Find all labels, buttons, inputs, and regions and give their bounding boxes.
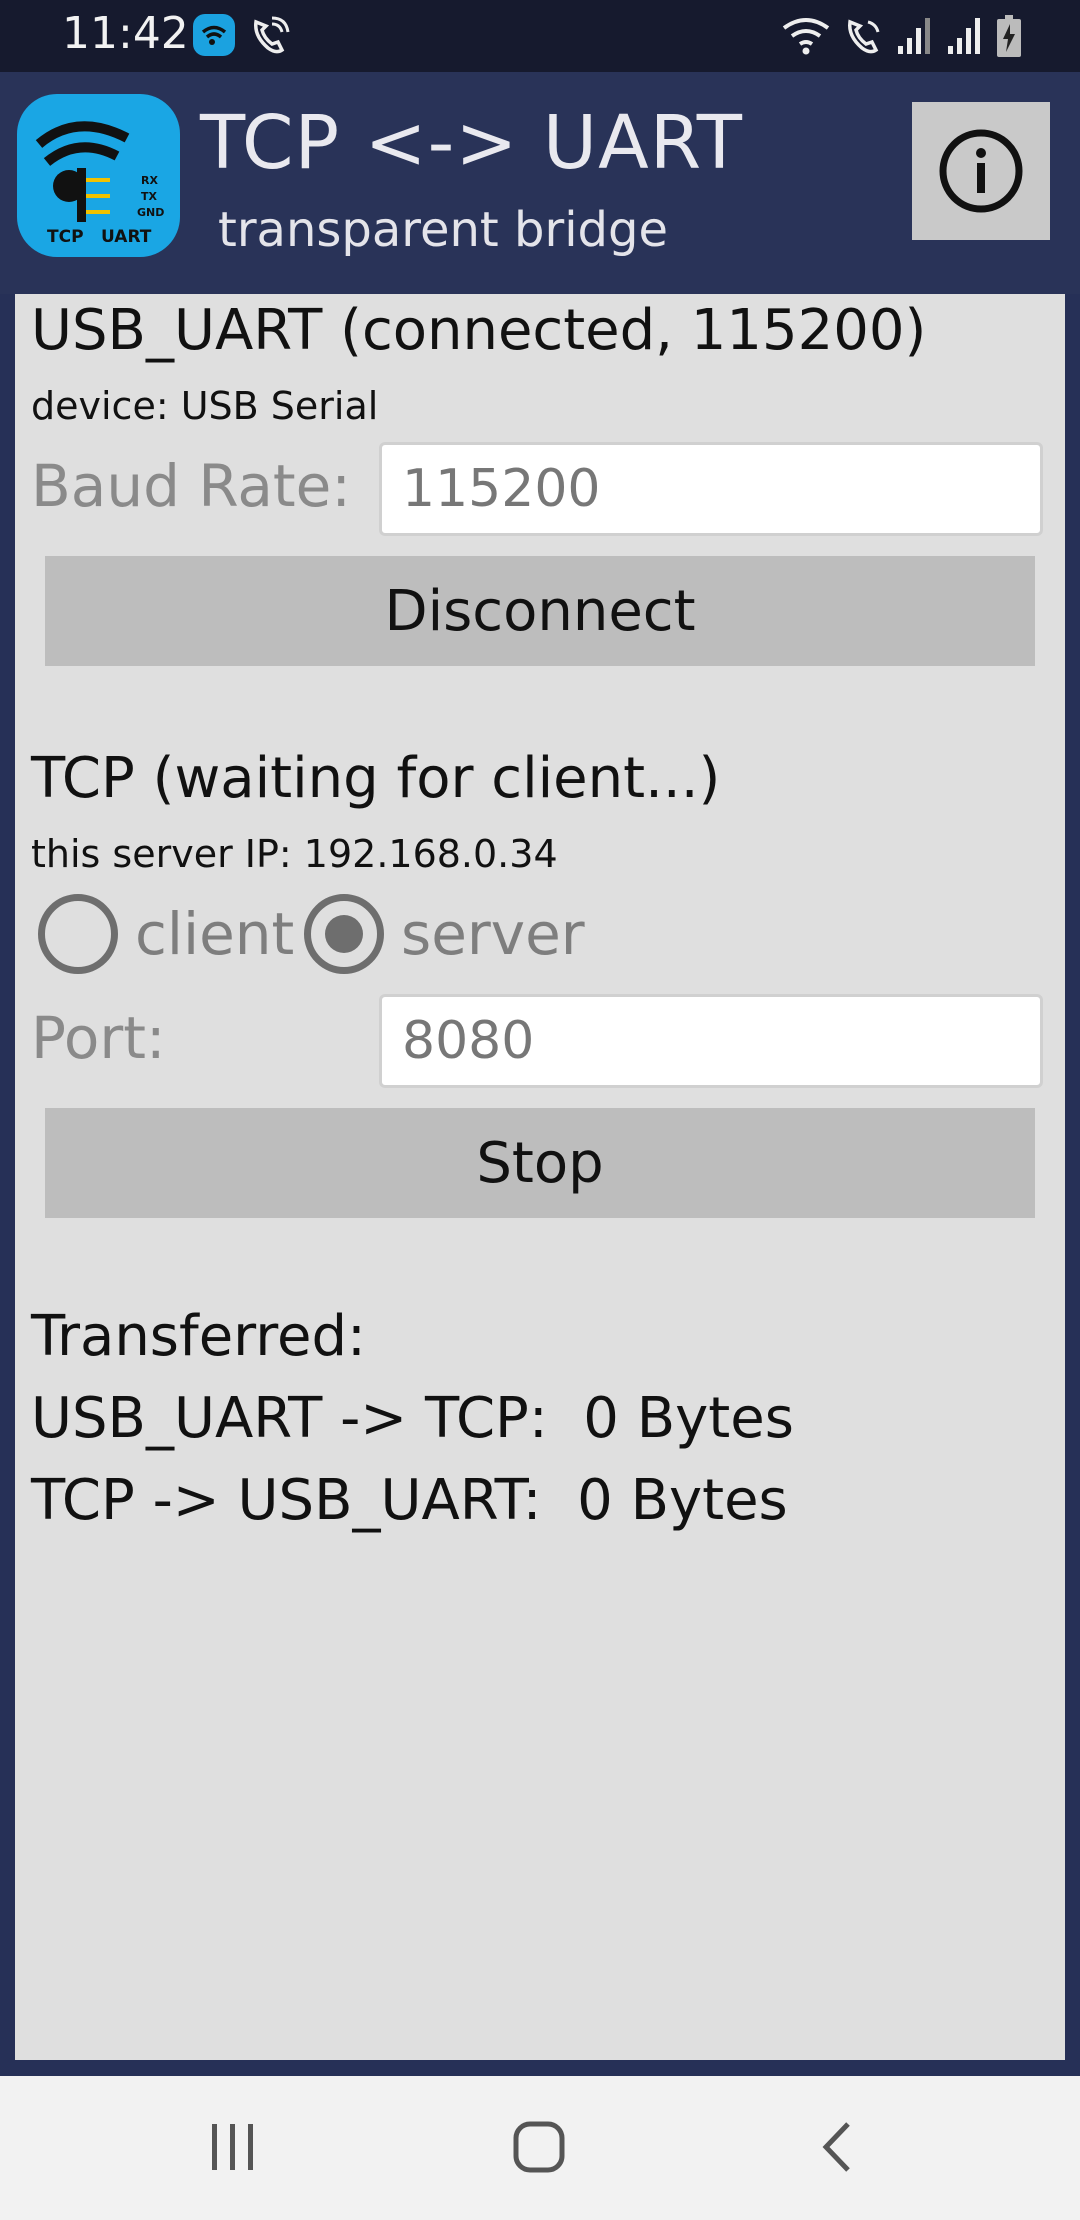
logo-label-tx: TX: [141, 190, 158, 203]
client-radio[interactable]: [38, 894, 118, 974]
usb-device-label: device: USB Serial: [31, 384, 379, 428]
back-icon[interactable]: [818, 2118, 858, 2178]
port-input[interactable]: 8080: [379, 994, 1043, 1088]
info-icon: [939, 129, 1023, 213]
client-radio-label[interactable]: client: [135, 900, 294, 968]
app-title: TCP <-> UART: [200, 100, 743, 186]
recent-apps-icon[interactable]: [208, 2118, 260, 2178]
status-bar: 11:42: [0, 0, 1080, 72]
signal-2-icon: [948, 18, 980, 54]
app-notification-icon: [193, 14, 235, 56]
battery-charging-icon: [997, 15, 1021, 57]
home-icon[interactable]: [510, 2118, 570, 2178]
status-time: 11:42: [62, 8, 189, 59]
baud-rate-label: Baud Rate:: [31, 452, 351, 520]
wifi-call-icon: [254, 16, 290, 54]
server-ip-label: this server IP: 192.168.0.34: [31, 832, 558, 876]
app-header: RX TX GND TCP UART TCP <-> UART transpar…: [0, 72, 1080, 294]
baud-rate-input[interactable]: 115200: [379, 442, 1043, 536]
stop-button[interactable]: Stop: [45, 1108, 1035, 1218]
info-button[interactable]: [912, 102, 1050, 240]
logo-label-tcp: TCP: [47, 227, 84, 247]
logo-label-uart: UART: [101, 227, 152, 247]
server-radio-label[interactable]: server: [401, 900, 585, 968]
uart-to-tcp-count: USB_UART -> TCP: 0 Bytes: [31, 1386, 794, 1451]
main-panel: USB_UART (connected, 115200) device: USB…: [15, 294, 1065, 2060]
signal-1-icon: [898, 18, 930, 54]
nav-bar: [0, 2076, 1080, 2220]
server-radio[interactable]: [304, 894, 384, 974]
volte-icon: [848, 19, 880, 54]
logo-label-gnd: GND: [137, 206, 164, 219]
logo-label-rx: RX: [141, 174, 158, 187]
transferred-heading: Transferred:: [31, 1304, 366, 1369]
wifi-icon: [782, 18, 830, 55]
port-label: Port:: [31, 1004, 166, 1072]
disconnect-button[interactable]: Disconnect: [45, 556, 1035, 666]
tcp-to-uart-count: TCP -> USB_UART: 0 Bytes: [31, 1468, 788, 1533]
tcp-status-title: TCP (waiting for client...): [31, 746, 721, 811]
app-logo: RX TX GND TCP UART: [17, 94, 180, 257]
app-subtitle: transparent bridge: [218, 202, 668, 258]
server-radio-dot: [325, 915, 363, 953]
usb-status-title: USB_UART (connected, 115200): [31, 298, 927, 363]
